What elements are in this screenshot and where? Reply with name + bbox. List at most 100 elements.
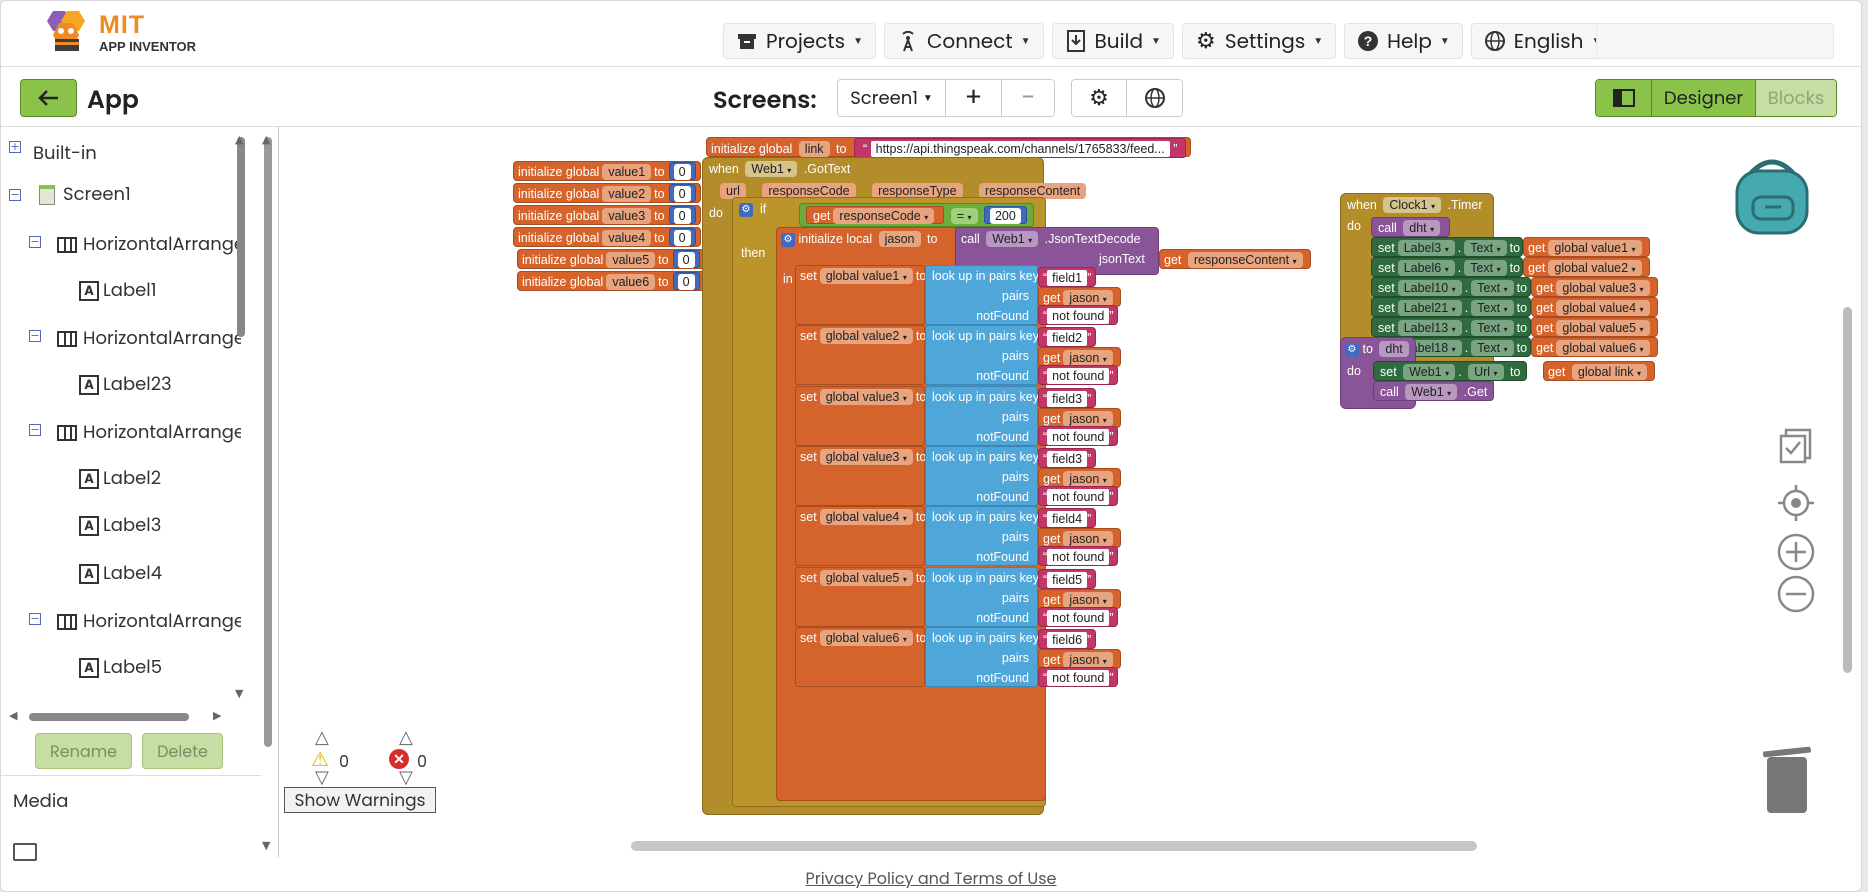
connect-menu[interactable]: Connect ▼ bbox=[883, 23, 1044, 59]
get-jason-block[interactable]: get jason ▾ bbox=[1038, 528, 1121, 549]
prev-error-icon[interactable]: △ bbox=[399, 727, 413, 748]
property-dropdown[interactable]: Text ▾ bbox=[1471, 280, 1514, 296]
init-global-value4-block[interactable]: initialize global value4 to 0 bbox=[513, 227, 701, 247]
builtin-item[interactable]: Built-in bbox=[33, 140, 97, 167]
not-found-string[interactable]: not found bbox=[1047, 669, 1110, 686]
component-dropdown[interactable]: Label6 ▾ bbox=[1397, 260, 1455, 276]
get-jason-block[interactable]: get jason ▾ bbox=[1038, 407, 1121, 428]
toggle-panel-button[interactable] bbox=[1596, 80, 1652, 116]
not-found-string[interactable]: not found bbox=[1047, 609, 1110, 626]
screen-item[interactable]: Screen1 bbox=[39, 181, 131, 208]
set-global-block[interactable]: set global value4 ▾ to bbox=[795, 506, 926, 567]
get-global-value-block[interactable]: get global value2 ▾ bbox=[1523, 257, 1650, 277]
set-label-text-block[interactable]: set Label6 ▾. Text ▾ to bbox=[1371, 257, 1523, 277]
get-global-value-block[interactable]: get global value1 ▾ bbox=[1523, 237, 1650, 257]
not-found-string[interactable]: not found bbox=[1047, 308, 1110, 324]
var-dropdown[interactable]: global value3 ▾ bbox=[1556, 280, 1650, 296]
next-error-icon[interactable]: ▽ bbox=[399, 767, 413, 788]
key-string-block[interactable]: “field3” bbox=[1038, 447, 1097, 468]
project-properties-button[interactable]: ⚙ bbox=[1072, 80, 1127, 116]
var-dropdown[interactable]: responseCode ▾ bbox=[833, 208, 935, 224]
key-string[interactable]: field2 bbox=[1047, 330, 1088, 347]
collapse-icon[interactable]: − bbox=[29, 330, 41, 342]
component-dropdown[interactable]: Label3 ▾ bbox=[1397, 240, 1455, 256]
var-dropdown[interactable]: jason ▾ bbox=[1063, 591, 1113, 608]
var-dropdown[interactable]: global value3 ▾ bbox=[819, 388, 913, 405]
set-label-text-block[interactable]: set Label13 ▾. Text ▾ to bbox=[1371, 317, 1531, 337]
cleanup-button[interactable] bbox=[1775, 425, 1817, 467]
set-global-block[interactable]: set global value1 ▾ to bbox=[795, 265, 926, 325]
property-dropdown[interactable]: Text ▾ bbox=[1471, 320, 1514, 336]
tree-horizontal-scrollbar[interactable] bbox=[29, 713, 189, 721]
property-dropdown[interactable]: Text ▾ bbox=[1471, 300, 1514, 316]
not-found-string-block[interactable]: “not found” bbox=[1038, 546, 1119, 567]
var-name[interactable]: value4 bbox=[602, 230, 652, 246]
workspace-vertical-scrollbar[interactable] bbox=[1843, 307, 1852, 673]
component-dropdown[interactable]: Web1 ▾ bbox=[745, 161, 798, 177]
var-dropdown[interactable]: jason ▾ bbox=[1063, 651, 1113, 668]
scroll-right-icon[interactable]: ▶ bbox=[213, 709, 221, 722]
init-global-value1-block[interactable]: initialize global value1 to 0 bbox=[513, 161, 701, 181]
collapse-icon[interactable]: − bbox=[9, 189, 21, 201]
var-dropdown[interactable]: jason ▾ bbox=[1063, 290, 1113, 306]
screen-dropdown[interactable]: Screen1 ▼ bbox=[838, 80, 946, 116]
set-global-block[interactable]: set global value6 ▾ to bbox=[795, 626, 926, 687]
tree-item-horizontalarrangement4[interactable]: HorizontalArrangement4 bbox=[57, 608, 241, 635]
key-string-block[interactable]: “field2” bbox=[1038, 327, 1097, 348]
tree-item-horizontalarrangement1[interactable]: HorizontalArrangement1 bbox=[57, 231, 241, 258]
blocks-workspace[interactable]: initialize global value1 to 0 initialize glo… bbox=[281, 127, 1861, 857]
var-dropdown[interactable]: jason ▾ bbox=[1063, 410, 1113, 427]
component-dropdown[interactable]: Label21 ▾ bbox=[1397, 300, 1462, 316]
publish-button[interactable] bbox=[1127, 80, 1182, 116]
not-found-string[interactable]: not found bbox=[1047, 488, 1110, 505]
remove-screen-button[interactable]: − bbox=[1002, 80, 1054, 116]
get-jason-block[interactable]: get jason ▾ bbox=[1038, 467, 1121, 488]
number-value[interactable]: 0 bbox=[677, 252, 695, 268]
var-name[interactable]: link bbox=[798, 141, 830, 157]
outer-scroll-up-icon[interactable]: ▲ bbox=[262, 133, 270, 146]
get-responsecontent-block[interactable]: get responseContent ▾ bbox=[1159, 249, 1311, 269]
link-string[interactable]: https://api.thingspeak.com/channels/1765… bbox=[870, 141, 1170, 157]
set-global-block[interactable]: set global value2 ▾ to bbox=[795, 325, 926, 386]
tree-item-label5[interactable]: A Label5 bbox=[79, 654, 162, 681]
prev-warning-icon[interactable]: △ bbox=[315, 727, 329, 748]
collapse-icon[interactable]: − bbox=[29, 613, 41, 625]
next-warning-icon[interactable]: ▽ bbox=[315, 767, 329, 788]
recenter-button[interactable] bbox=[1775, 482, 1817, 524]
account-area[interactable] bbox=[1596, 23, 1834, 59]
property-dropdown[interactable]: Url ▾ bbox=[1468, 364, 1504, 380]
var-name[interactable]: value3 bbox=[602, 208, 652, 224]
scroll-left-icon[interactable]: ◀ bbox=[9, 709, 17, 722]
key-string[interactable]: field4 bbox=[1047, 511, 1088, 528]
projects-menu[interactable]: Projects ▼ bbox=[723, 23, 876, 59]
get-jason-block[interactable]: get jason ▾ bbox=[1038, 287, 1121, 307]
operator-dropdown[interactable]: = ▾ bbox=[950, 208, 978, 224]
lookup-in-pairs-block[interactable]: look up in pairs key pairs notFound bbox=[925, 566, 1039, 627]
key-string-block[interactable]: “field1” bbox=[1038, 267, 1097, 287]
zoom-in-button[interactable] bbox=[1775, 531, 1817, 573]
proc-name[interactable]: dht bbox=[1379, 341, 1409, 357]
mit-app-inventor-logo[interactable]: MIT APP INVENTOR bbox=[39, 9, 219, 57]
not-found-string-block[interactable]: “not found” bbox=[1038, 305, 1119, 325]
var-dropdown[interactable]: global value2 ▾ bbox=[1548, 260, 1642, 276]
tree-item-label3[interactable]: A Label3 bbox=[79, 512, 161, 539]
init-global-value5-block[interactable]: initialize global value5 to 0 bbox=[517, 249, 705, 269]
var-dropdown[interactable]: global value2 ▾ bbox=[819, 328, 913, 345]
not-found-string[interactable]: not found bbox=[1047, 549, 1110, 566]
number-value[interactable]: 0 bbox=[673, 164, 691, 180]
get-jason-block[interactable]: get jason ▾ bbox=[1038, 347, 1121, 368]
not-found-string-block[interactable]: “not found” bbox=[1038, 606, 1119, 627]
build-menu[interactable]: Build ▼ bbox=[1051, 23, 1174, 59]
collapse-icon[interactable]: − bbox=[29, 424, 41, 436]
back-button[interactable] bbox=[20, 79, 77, 117]
set-global-block[interactable]: set global value3 ▾ to bbox=[795, 385, 926, 446]
var-dropdown[interactable]: global value4 ▾ bbox=[1556, 300, 1650, 316]
add-screen-button[interactable]: + bbox=[946, 80, 1002, 116]
number-200[interactable]: 200 bbox=[989, 208, 1021, 224]
clock-dropdown[interactable]: Clock1 ▾ bbox=[1383, 197, 1442, 213]
local-var-name[interactable]: jason bbox=[878, 231, 921, 247]
number-value[interactable]: 0 bbox=[673, 186, 691, 202]
var-dropdown[interactable]: global value1 ▾ bbox=[819, 268, 913, 284]
not-found-string-block[interactable]: “not found” bbox=[1038, 365, 1119, 386]
init-global-value3-block[interactable]: initialize global value3 to 0 bbox=[513, 205, 701, 225]
